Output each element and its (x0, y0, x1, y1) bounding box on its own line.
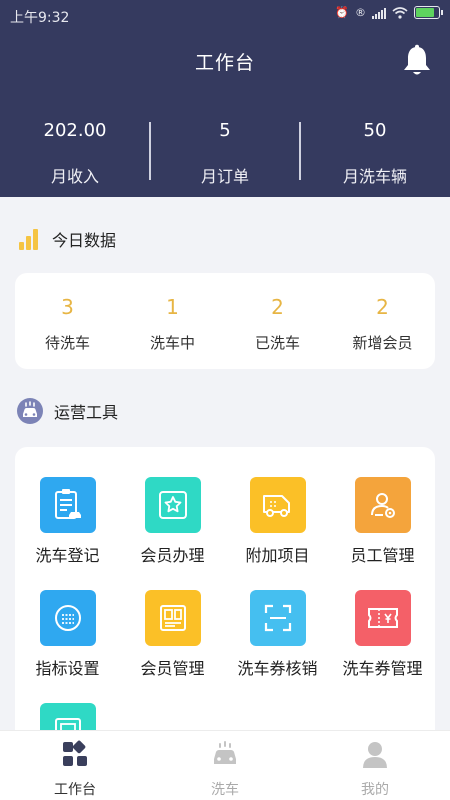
bottom-tab-bar: 工作台 洗车 我的 (0, 730, 450, 800)
today-section-header: 今日数据 (16, 226, 116, 252)
today-data-card: 3 待洗车 1 洗车中 2 已洗车 2 新增会员 (15, 273, 435, 369)
tool-label: 附加项目 (245, 546, 310, 565)
tool-label: 指标设置 (35, 659, 100, 678)
today-value: 2 (271, 295, 284, 319)
tool-label: 洗车登记 (35, 546, 100, 565)
stat-divider (299, 122, 301, 180)
stat-value: 202.00 (43, 120, 107, 141)
tool-label: 会员管理 (140, 659, 205, 678)
dashboard-icon (63, 740, 87, 766)
stat-label: 月收入 (50, 167, 99, 186)
tool-icon-bg (144, 477, 201, 533)
scan-icon (264, 604, 291, 632)
today-label: 已洗车 (254, 334, 300, 352)
tab-label: 我的 (361, 782, 389, 798)
stat-label: 月洗车辆 (342, 167, 407, 186)
section-title: 运营工具 (54, 403, 119, 422)
header: 上午9:32 ⏰ ® 工作台 202.00 月收入 5 月订单 50 月洗车辆 (0, 0, 450, 197)
indicator-icon (54, 605, 81, 631)
tool-icon-bg (354, 477, 411, 533)
tool-icon-bg (249, 477, 306, 533)
van-icon (262, 495, 290, 517)
tool-additional-items[interactable]: 附加项目 (225, 477, 330, 566)
stat-monthly-cars[interactable]: 50 月洗车辆 (300, 112, 450, 192)
tool-icon-bg (354, 590, 411, 646)
today-label: 待洗车 (44, 334, 90, 352)
bar-chart-icon (19, 229, 38, 250)
status-time: 上午9:32 (10, 10, 70, 26)
stat-monthly-orders[interactable]: 5 月订单 (150, 112, 300, 192)
status-bar: 上午9:32 ⏰ ® (0, 0, 450, 30)
monthly-stats: 202.00 月收入 5 月订单 50 月洗车辆 (0, 112, 450, 192)
tool-label: 会员办理 (140, 546, 205, 565)
today-label: 新增会员 (352, 334, 413, 352)
today-value: 3 (61, 295, 74, 319)
tool-icon-bg (39, 477, 96, 533)
battery-icon (414, 6, 443, 19)
registered-icon: ® (355, 6, 366, 19)
car-wash-section-icon (17, 398, 43, 424)
today-value: 2 (376, 295, 389, 319)
member-card-icon (158, 491, 187, 519)
profile-icon (363, 742, 387, 768)
tool-indicator-settings[interactable]: 指标设置 (15, 590, 120, 679)
page-title: 工作台 (194, 52, 255, 74)
signal-icon (372, 7, 386, 19)
tool-coupon-management[interactable]: 洗车券管理 (330, 590, 435, 679)
tab-label: 工作台 (54, 782, 96, 798)
tab-label: 洗车 (211, 782, 239, 798)
stat-value: 5 (219, 120, 231, 141)
bell-icon[interactable] (402, 44, 432, 78)
tools-card: 洗车登记 会员办理 附加项目 员工管理 指标设置 会员管理 洗车券核销 洗车券管… (15, 447, 435, 759)
tools-section-header: 运营工具 (16, 397, 118, 425)
today-item-washing[interactable]: 1 洗车中 (120, 273, 225, 369)
wifi-icon (392, 6, 408, 19)
stat-divider (149, 122, 151, 180)
tool-label: 洗车券管理 (342, 659, 423, 678)
stat-monthly-income[interactable]: 202.00 月收入 (0, 112, 150, 192)
tool-staff-management[interactable]: 员工管理 (330, 477, 435, 566)
tool-member-register[interactable]: 会员办理 (120, 477, 225, 566)
today-item-new-members[interactable]: 2 新增会员 (330, 273, 435, 369)
tool-icon-bg (144, 590, 201, 646)
tool-label: 洗车券核销 (237, 659, 318, 678)
status-icons: ⏰ ® (335, 6, 443, 19)
coupon-icon (367, 608, 398, 628)
tool-member-management[interactable]: 会员管理 (120, 590, 225, 679)
tool-icon-bg (39, 590, 96, 646)
tool-icon-bg (249, 590, 306, 646)
today-item-waiting[interactable]: 3 待洗车 (15, 273, 120, 369)
tool-coupon-verify[interactable]: 洗车券核销 (225, 590, 330, 679)
clipboard-car-icon (54, 489, 81, 519)
section-title: 今日数据 (52, 231, 117, 250)
tab-profile[interactable]: 我的 (300, 731, 450, 800)
car-wash-icon (214, 741, 236, 764)
today-label: 洗车中 (149, 334, 195, 352)
today-item-washed[interactable]: 2 已洗车 (225, 273, 330, 369)
today-value: 1 (166, 295, 179, 319)
alarm-icon: ⏰ (335, 6, 349, 19)
member-manage-icon (159, 605, 186, 631)
stat-value: 50 (363, 120, 387, 141)
tab-dashboard[interactable]: 工作台 (0, 731, 150, 800)
tool-car-wash-register[interactable]: 洗车登记 (15, 477, 120, 566)
tab-car-wash[interactable]: 洗车 (150, 731, 300, 800)
tool-label: 员工管理 (350, 546, 415, 565)
stat-label: 月订单 (200, 167, 249, 186)
staff-icon (370, 493, 395, 518)
